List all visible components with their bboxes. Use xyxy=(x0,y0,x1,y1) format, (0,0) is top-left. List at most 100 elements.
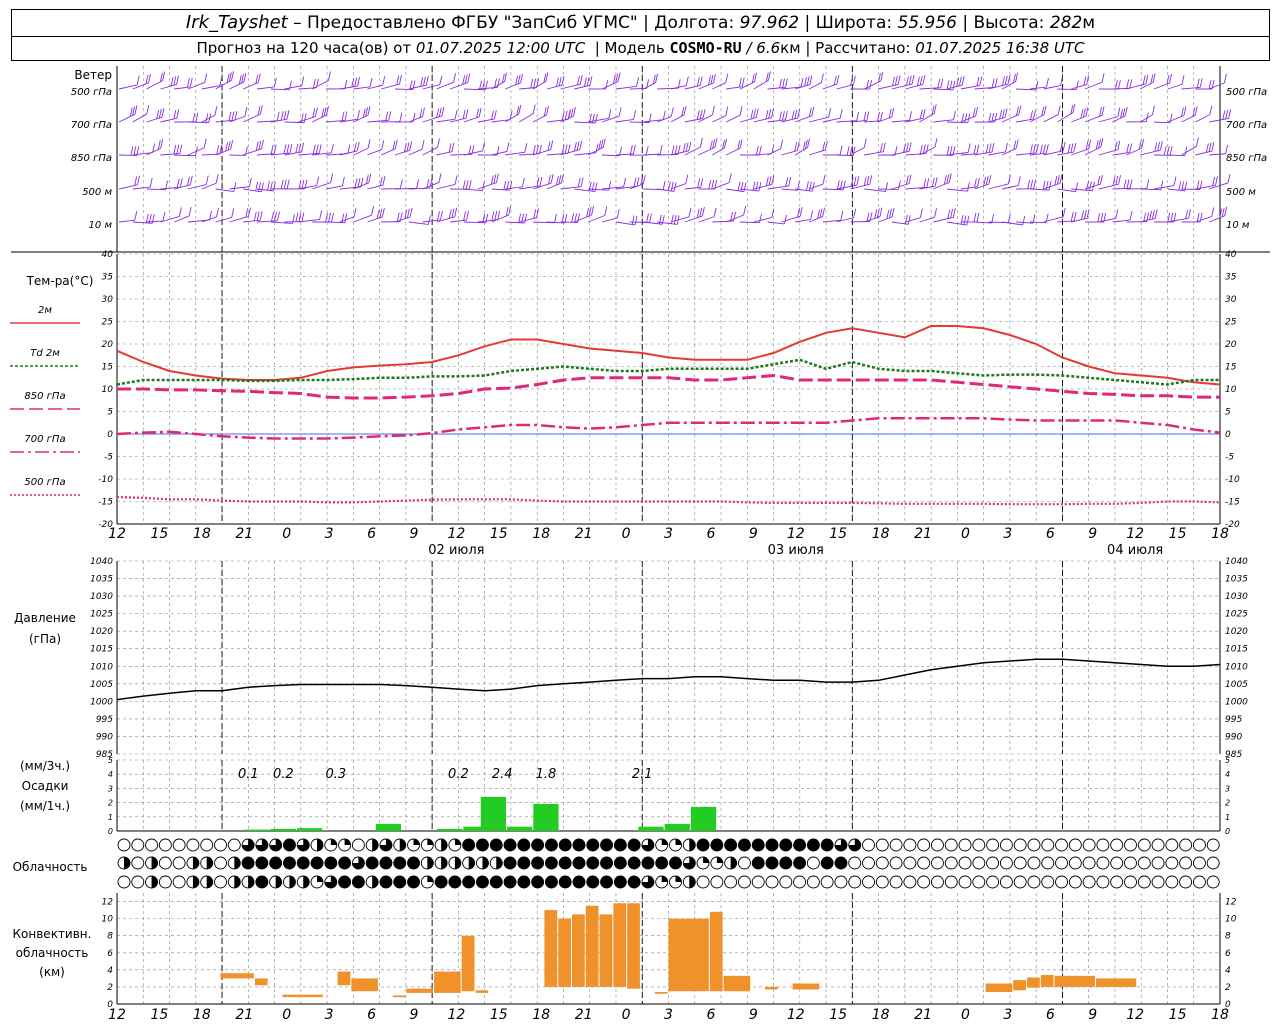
conv-bar xyxy=(1095,978,1137,987)
wind-level-label: 500 гПа xyxy=(71,87,112,98)
pressure-ytick-label: 990 xyxy=(96,732,113,742)
time-tick-label: 12 xyxy=(787,526,805,542)
wind-barb-feather xyxy=(233,182,237,192)
cloud-cover-symbol xyxy=(1165,856,1179,870)
wind-barb-feather xyxy=(506,142,510,152)
cloud-cover-fill xyxy=(689,876,696,888)
bottom-time-tick-label: 21 xyxy=(235,1007,253,1023)
wind-barb-feather xyxy=(453,73,456,83)
wind-barb-feather xyxy=(1070,212,1074,222)
wind-barb xyxy=(1002,184,1019,190)
cloud-cover-symbol xyxy=(1068,875,1082,889)
cloud-cover-symbol xyxy=(158,838,172,852)
wind-barb-feather xyxy=(258,140,262,150)
wind-barb-feather xyxy=(216,207,219,218)
wind-barb-feather xyxy=(1062,207,1066,217)
wind-barb-feather xyxy=(560,173,564,184)
cloud-cover-fill xyxy=(793,857,806,869)
wind-barb-feather xyxy=(234,111,238,121)
cloud-cover-fill xyxy=(586,876,599,888)
cloud-cover-symbol xyxy=(1192,875,1206,889)
cloud-cover-fill xyxy=(821,857,834,869)
conv-bar xyxy=(654,992,668,994)
cloud-cover-symbol xyxy=(986,856,1000,870)
wind-barb-feather xyxy=(1194,106,1198,116)
cloud-cover-symbol xyxy=(1055,838,1069,852)
wind-barb-feather xyxy=(767,71,771,81)
wind-barb-feather xyxy=(354,178,358,188)
precip-ytick-label: 2 xyxy=(108,799,113,808)
cloud-cover-symbol xyxy=(214,856,227,870)
wind-barb-feather xyxy=(438,107,442,117)
wind-barb-feather xyxy=(577,177,581,188)
cloud-cover-fill xyxy=(206,876,213,888)
cloud-cover-fill xyxy=(628,857,641,869)
wind-barb xyxy=(215,79,232,90)
wind-barb xyxy=(1084,81,1103,90)
wind-barb-feather xyxy=(1099,175,1103,185)
bottom-time-tick-label: 3 xyxy=(664,1007,673,1023)
wind-barb-feather xyxy=(491,110,494,120)
wind-barb-feather xyxy=(991,142,995,153)
conv-bar xyxy=(558,918,571,987)
wind-barb-feather xyxy=(894,76,898,86)
wind-barb-feather xyxy=(811,182,815,192)
day-label: 04 июля xyxy=(1107,543,1163,558)
cloud-cover-symbol xyxy=(1206,838,1220,852)
pressure-ytick-label-right: 1000 xyxy=(1225,697,1248,707)
wind-barb-feather xyxy=(1169,113,1173,123)
cloud-cover-symbol xyxy=(214,838,227,852)
wind-barb-feather xyxy=(227,141,231,151)
wind-barb-feather xyxy=(991,78,995,88)
pressure-ylabel: (гПа) xyxy=(29,632,61,646)
cloud-cover-fill xyxy=(330,839,337,845)
wind-barb-feather xyxy=(933,104,937,114)
conv-bar xyxy=(571,914,585,987)
wind-barb-feather xyxy=(1196,137,1199,147)
wind-barb-feather xyxy=(904,214,908,225)
wind-barb-feather xyxy=(1114,141,1118,151)
wind-barb-feather xyxy=(517,74,521,84)
cloud-cover-symbol xyxy=(862,838,875,852)
wind-barb-feather xyxy=(897,75,901,85)
wind-barb-feather xyxy=(808,181,812,191)
wind-barb-feather xyxy=(272,181,276,191)
wind-barb-feather xyxy=(532,145,536,155)
pressure-ytick-label-right: 1035 xyxy=(1225,575,1248,585)
wind-barb-feather xyxy=(796,141,800,151)
wind-barb-feather xyxy=(399,74,402,85)
temp-ytick-label-right: 40 xyxy=(1225,250,1237,260)
wind-barb-feather xyxy=(462,109,466,119)
wind-barb-feather xyxy=(145,74,149,85)
wind-barb-feather xyxy=(423,76,426,86)
wind-barb-feather xyxy=(1100,212,1104,223)
wind-barb xyxy=(905,217,921,223)
wind-barb-feather xyxy=(852,146,856,156)
wind-barb-feather xyxy=(1039,144,1043,154)
conv-bar xyxy=(723,975,751,992)
wind-barb-feather xyxy=(554,213,557,223)
wind-barb-feather xyxy=(1080,109,1084,119)
cloud-cover-symbol xyxy=(1137,838,1151,852)
wind-barb-feather xyxy=(794,109,798,119)
wind-barb-feather xyxy=(192,112,196,122)
wind-barb-feather xyxy=(315,107,318,117)
wind-barb-feather xyxy=(1188,209,1192,219)
conv-ytick-label: 10 xyxy=(102,915,114,925)
wind-barb-feather xyxy=(319,210,323,220)
time-tick-label: 9 xyxy=(1088,526,1097,542)
wind-barb-feather xyxy=(711,105,715,116)
wind-barb-feather xyxy=(670,214,674,224)
cloud-cover-fill xyxy=(517,876,530,888)
wind-barb-feather xyxy=(809,75,813,85)
conv-bar xyxy=(434,971,461,993)
wind-barb-feather xyxy=(485,213,489,223)
wind-barb-feather xyxy=(357,110,360,120)
wind-barb-feather xyxy=(134,105,138,115)
wind-barb-feather xyxy=(508,205,512,216)
temp-ytick-label-right: 5 xyxy=(1225,408,1231,418)
wind-barb-feather xyxy=(976,76,980,87)
cloud-cover-symbol xyxy=(172,856,186,870)
wind-barb-feather xyxy=(379,176,383,186)
wind-barb-feather xyxy=(1146,179,1150,189)
